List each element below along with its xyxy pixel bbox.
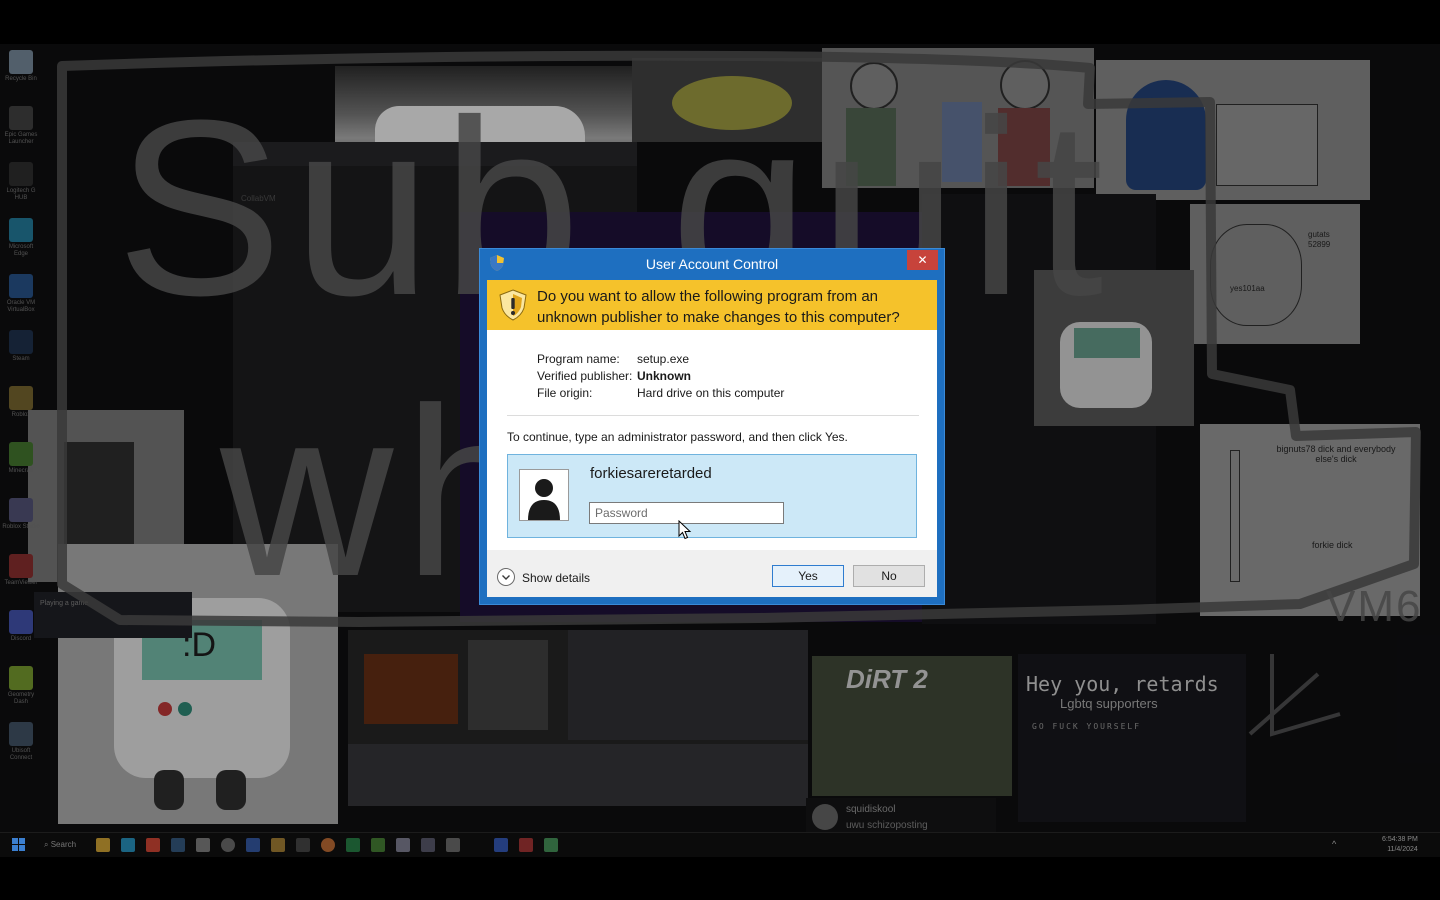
program-name-label: Program name: [537, 352, 620, 366]
uac-warning-banner: Do you want to allow the following progr… [487, 280, 937, 330]
program-name-value: setup.exe [637, 352, 690, 366]
no-button[interactable]: No [853, 565, 925, 587]
taskbar-search-label: Search [50, 840, 77, 849]
publisher-label: Verified publisher: [537, 369, 633, 383]
steam-icon[interactable] [171, 838, 185, 852]
file-explorer-icon[interactable] [96, 838, 110, 852]
activity-monitor-icon[interactable] [519, 838, 533, 852]
show-details-toggle[interactable] [497, 568, 515, 586]
start-button[interactable] [12, 838, 25, 851]
avatar [519, 469, 569, 521]
virtualbox-icon[interactable] [246, 838, 260, 852]
minecraft-icon[interactable] [371, 838, 385, 852]
yes-button[interactable]: Yes [772, 565, 844, 587]
mouse-cursor-icon [678, 520, 692, 540]
divider [507, 415, 919, 416]
folder-icon[interactable] [271, 838, 285, 852]
chrome-icon[interactable] [146, 838, 160, 852]
file-origin-label: File origin: [537, 386, 593, 400]
file-origin-row: File origin: Hard drive on this computer [537, 386, 784, 400]
logitech-icon[interactable] [296, 838, 310, 852]
notepad-icon[interactable] [196, 838, 210, 852]
uac-footer: Show details Yes No [487, 550, 937, 597]
clock-time: 6:54:38 PM [1382, 836, 1418, 843]
chevron-down-icon [502, 575, 510, 580]
taskbar-search[interactable]: ⌕ Search [44, 840, 76, 850]
vm-label: VM6 [1326, 582, 1423, 631]
password-instruction: To continue, type an administrator passw… [507, 430, 848, 444]
program-name-row: Program name: setup.exe [537, 352, 689, 366]
show-details-label[interactable]: Show details [522, 571, 590, 585]
close-icon: ✕ [917, 253, 928, 267]
uac-shield-icon [499, 289, 527, 321]
app-icon-13[interactable] [396, 838, 410, 852]
word-icon[interactable] [494, 838, 508, 852]
tray-chevron-icon[interactable]: ^ [1332, 839, 1336, 849]
taskbar: ⌕ Search ^ 6:54:38 PM 11/4/2024 [0, 832, 1440, 857]
uac-titlebar[interactable]: User Account Control ✕ [480, 249, 944, 279]
app-icon-15[interactable] [446, 838, 460, 852]
excel-icon[interactable] [346, 838, 360, 852]
uac-body: Program name: setup.exe Verified publishe… [487, 330, 937, 550]
file-origin-value: Hard drive on this computer [637, 386, 785, 400]
firefox-icon[interactable] [321, 838, 335, 852]
credential-tile[interactable]: forkiesareretarded [507, 454, 917, 538]
uac-question: Do you want to allow the following progr… [537, 288, 900, 326]
search-icon: ⌕ [44, 840, 49, 849]
publisher-row: Verified publisher: Unknown [537, 369, 691, 383]
username: forkiesareretarded [590, 465, 712, 482]
windows-logo-icon [12, 838, 25, 851]
uac-title: User Account Control [645, 256, 779, 272]
clock[interactable]: 6:54:38 PM 11/4/2024 [1382, 835, 1418, 855]
clock-date: 11/4/2024 [1387, 846, 1418, 853]
app-icon-14[interactable] [421, 838, 435, 852]
settings-icon[interactable] [221, 838, 235, 852]
app-icon-18[interactable] [544, 838, 558, 852]
close-button[interactable]: ✕ [907, 250, 938, 270]
user-icon [528, 479, 560, 520]
uac-dialog: User Account Control ✕ Do you want to al… [479, 248, 945, 605]
edge-icon[interactable] [121, 838, 135, 852]
publisher-value: Unknown [637, 369, 691, 383]
